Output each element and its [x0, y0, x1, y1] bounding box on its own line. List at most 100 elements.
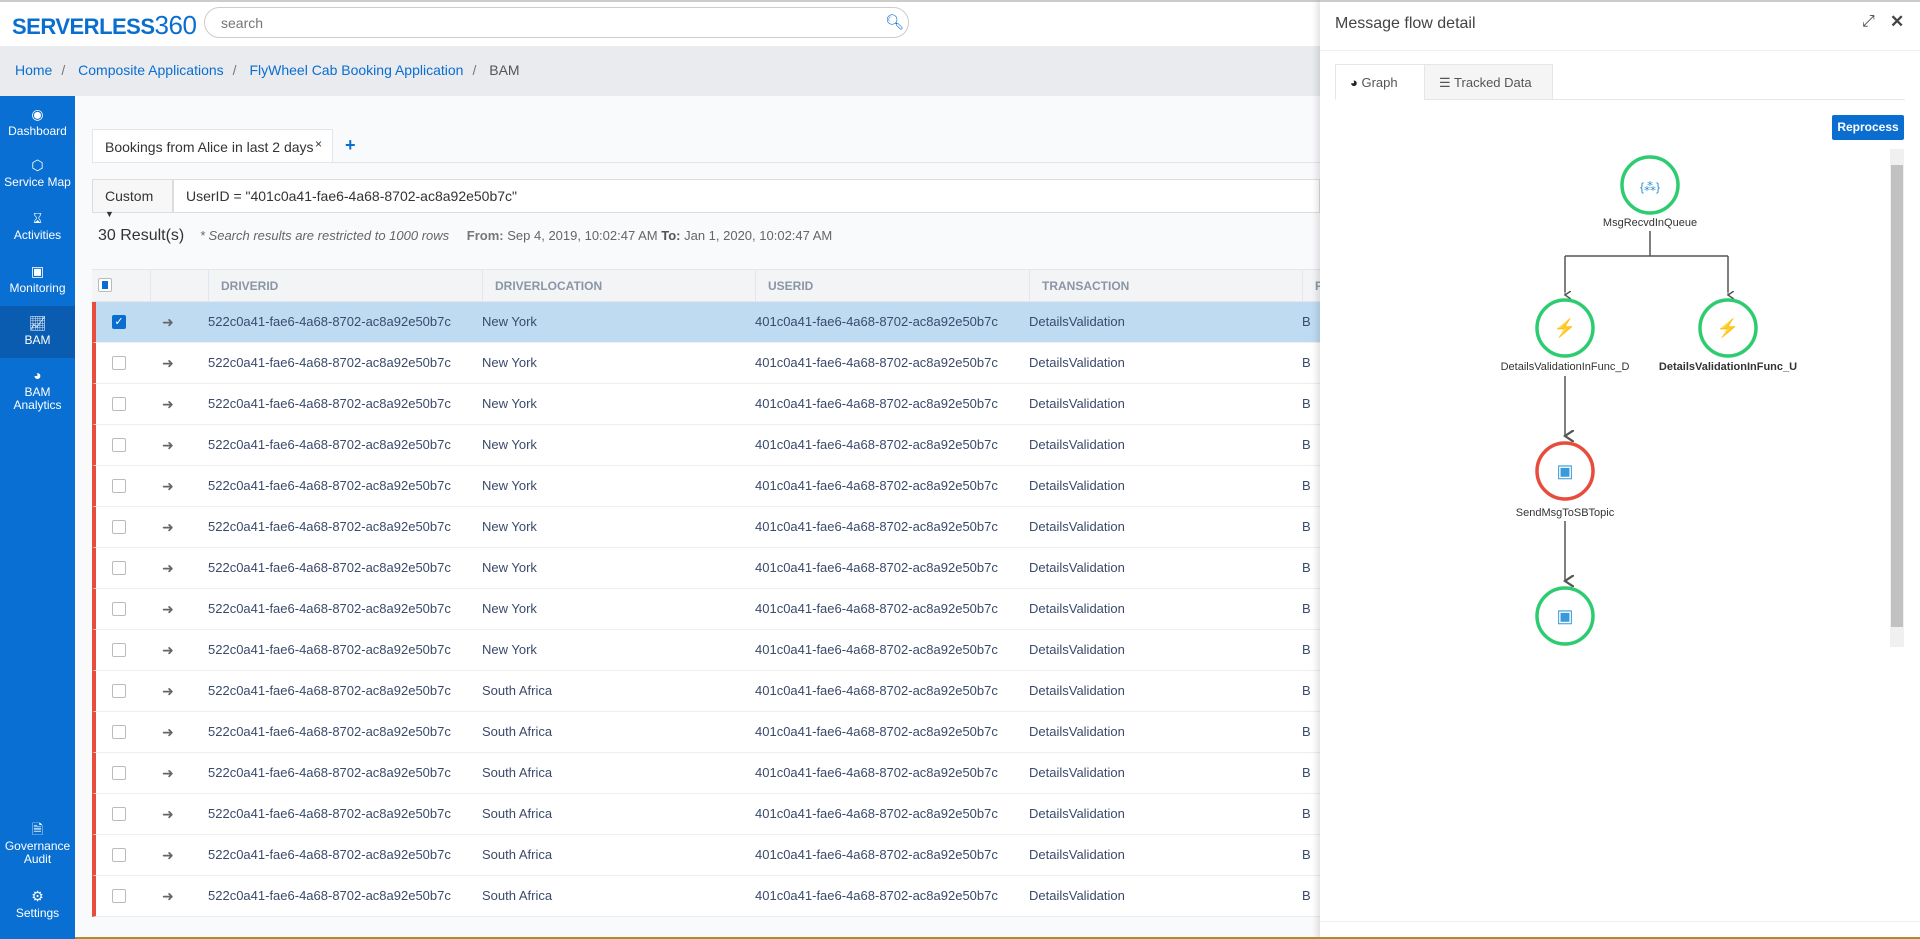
arrow-right-icon[interactable]: ➜ [162, 466, 174, 506]
filter-mode-dropdown[interactable]: Custom ▼ [92, 179, 173, 219]
table-row[interactable]: ➜ 522c0a41-fae6-4a68-8702-ac8a92e50b7c N… [92, 425, 1320, 466]
sidebar-item-monitoring[interactable]: ▣ Monitoring [0, 264, 75, 295]
cell-driverlocation: New York [482, 437, 537, 452]
cell-driverid: 522c0a41-fae6-4a68-8702-ac8a92e50b7c [208, 806, 451, 821]
cell-userid: 401c0a41-fae6-4a68-8702-ac8a92e50b7c [755, 601, 998, 616]
select-all-checkbox[interactable] [98, 278, 112, 292]
arrow-right-icon[interactable]: ➜ [162, 671, 174, 711]
cell-p: B [1302, 683, 1311, 698]
table-row[interactable]: ➜ 522c0a41-fae6-4a68-8702-ac8a92e50b7c S… [92, 671, 1320, 712]
arrow-right-icon[interactable]: ➜ [162, 548, 174, 588]
row-checkbox[interactable] [112, 520, 126, 534]
gear-icon: ⚙︎ [31, 888, 44, 904]
arrow-right-icon[interactable]: ➜ [162, 712, 174, 752]
arrow-right-icon[interactable]: ➜ [162, 589, 174, 629]
cell-p: B [1302, 437, 1311, 452]
header-transaction[interactable]: TRANSACTION [1029, 270, 1302, 302]
arrow-right-icon[interactable]: ➜ [162, 876, 174, 916]
sidebar-item-activities[interactable]: ⌛︎ Activities [0, 211, 75, 242]
arrow-right-icon[interactable]: ➜ [162, 302, 174, 342]
arrow-right-icon[interactable]: ➜ [162, 794, 174, 834]
graph-scrollbar-thumb[interactable] [1891, 165, 1903, 627]
cell-p: B [1302, 560, 1311, 575]
tab-graph-label: Graph [1361, 75, 1398, 90]
table-row[interactable]: ➜ 522c0a41-fae6-4a68-8702-ac8a92e50b7c N… [92, 548, 1320, 589]
header-userid[interactable]: USERID [755, 270, 1029, 302]
row-checkbox[interactable]: ✓ [112, 315, 126, 329]
table-row[interactable]: ➜ 522c0a41-fae6-4a68-8702-ac8a92e50b7c S… [92, 712, 1320, 753]
cell-userid: 401c0a41-fae6-4a68-8702-ac8a92e50b7c [755, 314, 998, 329]
message-flow-graph: {⁂} ⚡ ⚡ ▣ ▣ [1535, 155, 1758, 646]
arrow-right-icon[interactable]: ➜ [162, 384, 174, 424]
sidebar-label: Activities [13, 228, 62, 242]
close-icon[interactable]: ✕ [1890, 12, 1904, 32]
tab-tracked-data[interactable]: ☰ Tracked Data [1424, 64, 1553, 100]
sidebar-item-bam-analytics[interactable]: ◕ BAM Analytics [0, 368, 75, 412]
row-checkbox[interactable] [112, 561, 126, 575]
cell-driverid: 522c0a41-fae6-4a68-8702-ac8a92e50b7c [208, 478, 451, 493]
row-checkbox[interactable] [112, 725, 126, 739]
cell-driverlocation: South Africa [482, 765, 553, 780]
table-row[interactable]: ➜ 522c0a41-fae6-4a68-8702-ac8a92e50b7c N… [92, 343, 1320, 384]
header-driverlocation[interactable]: DRIVERLOCATION [482, 270, 755, 302]
row-checkbox[interactable] [112, 848, 126, 862]
expand-icon[interactable]: ⤢ [1862, 13, 1875, 31]
arrow-right-icon[interactable]: ➜ [162, 343, 174, 383]
row-checkbox[interactable] [112, 438, 126, 452]
table-row[interactable]: ➜ 522c0a41-fae6-4a68-8702-ac8a92e50b7c N… [92, 466, 1320, 507]
arrow-right-icon[interactable]: ➜ [162, 753, 174, 793]
row-checkbox[interactable] [112, 684, 126, 698]
cell-driverlocation: South Africa [482, 806, 553, 821]
row-checkbox[interactable] [112, 643, 126, 657]
to-label: To: [661, 228, 681, 243]
tab-graph[interactable]: ◕ Graph [1335, 64, 1425, 100]
table-row[interactable]: ➜ 522c0a41-fae6-4a68-8702-ac8a92e50b7c S… [92, 835, 1320, 876]
row-checkbox[interactable] [112, 766, 126, 780]
arrow-right-icon[interactable]: ➜ [162, 425, 174, 465]
search-input[interactable] [204, 7, 909, 38]
breadcrumb-composite-applications[interactable]: Composite Applications [78, 62, 224, 78]
reprocess-button[interactable]: Reprocess [1832, 115, 1904, 140]
table-row[interactable]: ➜ 522c0a41-fae6-4a68-8702-ac8a92e50b7c N… [92, 589, 1320, 630]
table-row[interactable]: ➜ 522c0a41-fae6-4a68-8702-ac8a92e50b7c S… [92, 876, 1320, 917]
cell-driverid: 522c0a41-fae6-4a68-8702-ac8a92e50b7c [208, 560, 451, 575]
header-action [150, 270, 208, 302]
sidebar-item-service-map[interactable]: ⬡ Service Map [0, 158, 75, 189]
cell-userid: 401c0a41-fae6-4a68-8702-ac8a92e50b7c [755, 560, 998, 575]
add-tab-button[interactable]: + [345, 135, 356, 156]
arrow-right-icon[interactable]: ➜ [162, 630, 174, 670]
cell-userid: 401c0a41-fae6-4a68-8702-ac8a92e50b7c [755, 396, 998, 411]
sidebar-item-governance-audit[interactable]: 🗎︎ Governance Audit [0, 822, 75, 866]
sidebar-item-bam[interactable]: 📈︎ BAM [0, 306, 75, 358]
table-row[interactable]: ✓ ➜ 522c0a41-fae6-4a68-8702-ac8a92e50b7c… [92, 302, 1320, 343]
row-checkbox[interactable] [112, 397, 126, 411]
row-checkbox[interactable] [112, 602, 126, 616]
table-row[interactable]: ➜ 522c0a41-fae6-4a68-8702-ac8a92e50b7c S… [92, 794, 1320, 835]
row-checkbox[interactable] [112, 356, 126, 370]
arrow-right-icon[interactable]: ➜ [162, 507, 174, 547]
table-row[interactable]: ➜ 522c0a41-fae6-4a68-8702-ac8a92e50b7c S… [92, 753, 1320, 794]
arrow-right-icon[interactable]: ➜ [162, 835, 174, 875]
node-label-func-d: DetailsValidationInFunc_D [1500, 361, 1630, 373]
cell-driverid: 522c0a41-fae6-4a68-8702-ac8a92e50b7c [208, 314, 451, 329]
breadcrumb-home[interactable]: Home [15, 62, 52, 78]
to-value: Jan 1, 2020, 10:02:47 AM [684, 228, 833, 243]
close-tab-icon[interactable]: × [315, 137, 322, 151]
sidebar-item-dashboard[interactable]: ◉ Dashboard [0, 107, 75, 138]
search-icon[interactable]: 🔍︎ [885, 13, 904, 31]
header-p[interactable]: P [1302, 270, 1320, 302]
breadcrumb-application[interactable]: FlyWheel Cab Booking Application [249, 62, 463, 78]
panel-footer-divider [1320, 921, 1920, 922]
logo[interactable]: SERVERLESS360 [12, 10, 197, 41]
row-checkbox[interactable] [112, 807, 126, 821]
header-driverid[interactable]: DRIVERID [208, 270, 482, 302]
row-checkbox[interactable] [112, 479, 126, 493]
cell-driverlocation: New York [482, 642, 537, 657]
query-input[interactable] [173, 179, 1320, 213]
table-row[interactable]: ➜ 522c0a41-fae6-4a68-8702-ac8a92e50b7c N… [92, 630, 1320, 671]
table-row[interactable]: ➜ 522c0a41-fae6-4a68-8702-ac8a92e50b7c N… [92, 507, 1320, 548]
table-row[interactable]: ➜ 522c0a41-fae6-4a68-8702-ac8a92e50b7c N… [92, 384, 1320, 425]
tab-bookings[interactable]: Bookings from Alice in last 2 days [92, 129, 333, 163]
row-checkbox[interactable] [112, 889, 126, 903]
sidebar-item-settings[interactable]: ⚙︎ Settings [0, 888, 75, 920]
